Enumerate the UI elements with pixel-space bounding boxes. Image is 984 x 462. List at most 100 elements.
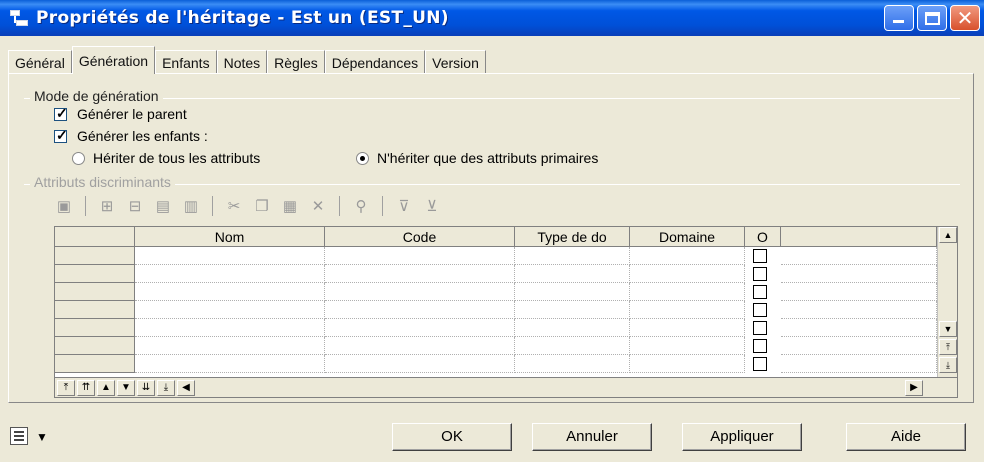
- attributes-grid[interactable]: Nom Code Type de do Domaine O ▲ ▼ ⤒ ⤓ ⤒ …: [54, 226, 958, 398]
- grid-cell[interactable]: [630, 265, 745, 283]
- delete-icon[interactable]: ✕: [306, 195, 330, 217]
- apply-button[interactable]: Appliquer: [682, 423, 802, 451]
- move-top-icon[interactable]: ⤒: [57, 380, 75, 396]
- tab-notes[interactable]: Notes: [216, 50, 268, 74]
- insert-row-icon[interactable]: ⊟: [123, 195, 147, 217]
- scroll-top-button[interactable]: ⤒: [939, 339, 957, 355]
- obligatory-checkbox[interactable]: [753, 303, 767, 317]
- checkbox-generer-enfants[interactable]: ✓ Générer les enfants :: [54, 127, 208, 144]
- radio-button[interactable]: [356, 151, 369, 165]
- maximize-button[interactable]: [917, 5, 947, 31]
- grid-cell[interactable]: [781, 283, 937, 301]
- row-header[interactable]: [55, 265, 135, 283]
- copy-icon[interactable]: ❐: [250, 195, 274, 217]
- row-header[interactable]: [55, 247, 135, 265]
- grid-cell[interactable]: [515, 265, 630, 283]
- tab-dependances[interactable]: Dépendances: [324, 50, 426, 74]
- grid-cell[interactable]: [515, 355, 630, 373]
- close-button[interactable]: ✕: [950, 5, 980, 31]
- row-header[interactable]: [55, 301, 135, 319]
- grid-cell[interactable]: [325, 355, 515, 373]
- grid-cell[interactable]: [630, 355, 745, 373]
- grid-cell[interactable]: [325, 265, 515, 283]
- grid-cell[interactable]: [781, 265, 937, 283]
- grid-cell[interactable]: [135, 319, 325, 337]
- grid-cell[interactable]: [781, 247, 937, 265]
- grid-cell[interactable]: [325, 301, 515, 319]
- tab-regles[interactable]: Règles: [267, 50, 325, 74]
- tab-enfants[interactable]: Enfants: [155, 50, 217, 74]
- minimize-button[interactable]: [884, 5, 914, 31]
- grid-cell[interactable]: [630, 247, 745, 265]
- grid-cell[interactable]: [781, 301, 937, 319]
- grid-cell[interactable]: [515, 337, 630, 355]
- grid-cell[interactable]: [135, 355, 325, 373]
- row-header[interactable]: [55, 337, 135, 355]
- grid-cell[interactable]: [781, 319, 937, 337]
- help-button[interactable]: Aide: [846, 423, 966, 451]
- column-header-nom[interactable]: Nom: [135, 227, 325, 247]
- obligatory-checkbox[interactable]: [753, 321, 767, 335]
- vertical-scrollbar[interactable]: ▲ ▼ ⤒ ⤓: [937, 227, 957, 377]
- scroll-right-arrow[interactable]: ▶: [905, 380, 923, 396]
- row-header[interactable]: [55, 355, 135, 373]
- paste-icon[interactable]: ▦: [278, 195, 302, 217]
- column-header-code[interactable]: Code: [325, 227, 515, 247]
- column-header-o[interactable]: O: [745, 227, 781, 247]
- scroll-up-arrow[interactable]: ▲: [939, 227, 957, 243]
- move-bottom-icon[interactable]: ⤓: [157, 380, 175, 396]
- grid-cell[interactable]: [630, 301, 745, 319]
- row-header[interactable]: [55, 319, 135, 337]
- reuse-attributes-icon[interactable]: ▥: [179, 195, 203, 217]
- grid-cell[interactable]: [135, 265, 325, 283]
- grid-cell[interactable]: [515, 283, 630, 301]
- row-header[interactable]: [55, 283, 135, 301]
- move-page-down-icon[interactable]: ⇊: [137, 380, 155, 396]
- radio-heriter-primaires[interactable]: N'hériter que des attributs primaires: [356, 150, 598, 166]
- tab-version[interactable]: Version: [425, 50, 486, 74]
- grid-cell[interactable]: [630, 319, 745, 337]
- scroll-left-arrow[interactable]: ◀: [177, 380, 195, 396]
- grid-cell[interactable]: [325, 319, 515, 337]
- obligatory-checkbox[interactable]: [753, 357, 767, 371]
- tab-generation[interactable]: Génération: [71, 46, 156, 74]
- cancel-button[interactable]: Annuler: [532, 423, 652, 451]
- checkbox[interactable]: ✓: [54, 127, 68, 143]
- grid-cell[interactable]: [135, 301, 325, 319]
- grid-cell[interactable]: [630, 337, 745, 355]
- grid-cell[interactable]: [325, 247, 515, 265]
- obligatory-checkbox[interactable]: [753, 339, 767, 353]
- column-header-type[interactable]: Type de do: [515, 227, 630, 247]
- obligatory-checkbox[interactable]: [753, 249, 767, 263]
- grid-cell[interactable]: [630, 283, 745, 301]
- radio-heriter-tous[interactable]: Hériter de tous les attributs: [72, 150, 260, 166]
- tab-general[interactable]: Général: [8, 50, 72, 74]
- find-icon[interactable]: ⚲: [349, 195, 373, 217]
- ok-button[interactable]: OK: [392, 423, 512, 451]
- grid-cell[interactable]: [781, 355, 937, 373]
- list-menu-icon[interactable]: [10, 427, 28, 445]
- dropdown-arrow-icon[interactable]: ▼: [36, 430, 48, 444]
- grid-cell[interactable]: [135, 247, 325, 265]
- add-row-icon[interactable]: ⊞: [95, 195, 119, 217]
- radio-button[interactable]: [72, 151, 85, 165]
- move-page-up-icon[interactable]: ⇈: [77, 380, 95, 396]
- obligatory-checkbox[interactable]: [753, 285, 767, 299]
- clear-filter-icon[interactable]: ⊻: [420, 195, 444, 217]
- grid-cell[interactable]: [325, 283, 515, 301]
- scroll-down-arrow[interactable]: ▼: [939, 321, 957, 337]
- scroll-bottom-button[interactable]: ⤓: [939, 357, 957, 373]
- checkbox-generer-parent[interactable]: ✓ Générer le parent: [54, 105, 187, 122]
- column-header-domaine[interactable]: Domaine: [630, 227, 745, 247]
- obligatory-checkbox[interactable]: [753, 267, 767, 281]
- move-up-icon[interactable]: ▲: [97, 380, 115, 396]
- grid-cell[interactable]: [515, 301, 630, 319]
- grid-cell[interactable]: [515, 319, 630, 337]
- move-down-icon[interactable]: ▼: [117, 380, 135, 396]
- add-attributes-icon[interactable]: ▤: [151, 195, 175, 217]
- grid-cell[interactable]: [325, 337, 515, 355]
- checkbox[interactable]: ✓: [54, 105, 68, 121]
- properties-icon[interactable]: ▣: [52, 195, 76, 217]
- grid-cell[interactable]: [515, 247, 630, 265]
- filter-icon[interactable]: ⊽: [392, 195, 416, 217]
